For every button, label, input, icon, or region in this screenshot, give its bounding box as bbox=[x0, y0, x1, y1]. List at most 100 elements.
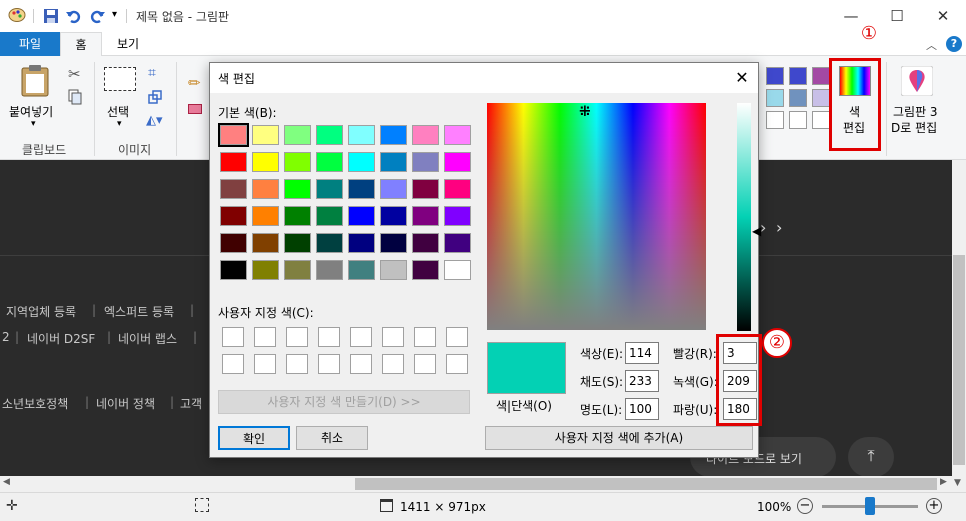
basic-color-swatch[interactable] bbox=[380, 206, 407, 226]
custom-color-swatch[interactable] bbox=[254, 354, 276, 374]
basic-color-swatch[interactable] bbox=[252, 179, 279, 199]
crop-icon[interactable]: ⌗ bbox=[148, 65, 156, 81]
close-window-button[interactable]: ✕ bbox=[920, 0, 966, 32]
scroll-right-icon[interactable]: ▶ bbox=[940, 477, 947, 487]
zoom-slider-thumb[interactable] bbox=[865, 497, 875, 515]
basic-color-swatch[interactable] bbox=[220, 206, 247, 226]
redo-icon[interactable] bbox=[89, 8, 105, 24]
paste-dropdown-icon[interactable]: ▾ bbox=[31, 119, 36, 129]
paint3d-label-2[interactable]: D로 편집 bbox=[891, 119, 937, 136]
zoom-in-button[interactable]: + bbox=[926, 498, 942, 514]
custom-color-swatch[interactable] bbox=[414, 354, 436, 374]
custom-color-swatch[interactable] bbox=[382, 327, 404, 347]
custom-color-swatch[interactable] bbox=[446, 354, 468, 374]
custom-color-swatch[interactable] bbox=[286, 354, 308, 374]
horizontal-scrollbar[interactable]: ◀ ▶ bbox=[0, 476, 952, 492]
basic-color-swatch[interactable] bbox=[444, 233, 471, 253]
basic-color-swatch[interactable] bbox=[316, 152, 343, 172]
luminance-arrow-icon[interactable]: ◀ bbox=[752, 224, 761, 238]
horizontal-scroll-thumb[interactable] bbox=[355, 478, 937, 490]
basic-color-swatch[interactable] bbox=[348, 206, 375, 226]
basic-color-swatch[interactable] bbox=[284, 260, 311, 280]
basic-color-swatch[interactable] bbox=[316, 233, 343, 253]
copy-icon[interactable] bbox=[68, 89, 82, 105]
basic-color-swatch[interactable] bbox=[284, 206, 311, 226]
select-dropdown-icon[interactable]: ▾ bbox=[117, 119, 122, 129]
custom-color-swatch[interactable] bbox=[350, 327, 372, 347]
basic-color-swatch[interactable] bbox=[284, 179, 311, 199]
scroll-left-icon[interactable]: ◀ bbox=[3, 477, 10, 487]
basic-color-swatch[interactable] bbox=[220, 179, 247, 199]
basic-color-swatch[interactable] bbox=[218, 123, 249, 147]
vertical-scrollbar[interactable]: ▼ bbox=[952, 160, 966, 492]
basic-color-swatch[interactable] bbox=[380, 152, 407, 172]
custom-color-swatch[interactable] bbox=[382, 354, 404, 374]
basic-color-swatch[interactable] bbox=[348, 179, 375, 199]
basic-color-swatch[interactable] bbox=[348, 233, 375, 253]
basic-color-swatch[interactable] bbox=[444, 125, 471, 145]
basic-color-swatch[interactable] bbox=[284, 152, 311, 172]
basic-color-swatch[interactable] bbox=[444, 152, 471, 172]
paint3d-label-1[interactable]: 그림판 3 bbox=[893, 103, 938, 120]
eraser-icon[interactable] bbox=[188, 104, 202, 114]
luminance-bar[interactable] bbox=[737, 103, 751, 331]
palette-color[interactable] bbox=[789, 67, 807, 85]
tab-home[interactable]: 홈 bbox=[60, 32, 102, 56]
paint3d-icon[interactable] bbox=[900, 65, 934, 97]
basic-color-swatch[interactable] bbox=[220, 152, 247, 172]
basic-color-swatch[interactable] bbox=[412, 260, 439, 280]
custom-color-swatch[interactable] bbox=[318, 327, 340, 347]
basic-color-swatch[interactable] bbox=[380, 125, 407, 145]
ok-button[interactable]: 확인 bbox=[218, 426, 290, 450]
resize-icon[interactable] bbox=[148, 90, 162, 104]
basic-color-swatch[interactable] bbox=[380, 260, 407, 280]
custom-color-swatch[interactable] bbox=[414, 327, 436, 347]
vertical-scroll-thumb[interactable] bbox=[953, 255, 965, 465]
collapse-ribbon-icon[interactable]: ︿ bbox=[926, 37, 937, 53]
select-button[interactable]: 선택 bbox=[107, 103, 129, 120]
color-spectrum[interactable] bbox=[487, 103, 706, 330]
basic-color-swatch[interactable] bbox=[412, 152, 439, 172]
basic-color-swatch[interactable] bbox=[444, 179, 471, 199]
basic-color-swatch[interactable] bbox=[316, 125, 343, 145]
quick-access-dropdown-icon[interactable]: ▾ bbox=[112, 9, 117, 20]
custom-color-swatch[interactable] bbox=[222, 354, 244, 374]
basic-color-swatch[interactable] bbox=[348, 260, 375, 280]
hue-field[interactable]: 114 bbox=[625, 342, 659, 364]
undo-icon[interactable] bbox=[66, 8, 82, 24]
paste-button[interactable]: 붙여넣기 bbox=[9, 103, 53, 120]
custom-color-swatch[interactable] bbox=[446, 327, 468, 347]
basic-color-swatch[interactable] bbox=[252, 125, 279, 145]
custom-color-swatch[interactable] bbox=[222, 327, 244, 347]
palette-color[interactable] bbox=[789, 111, 807, 129]
basic-color-swatch[interactable] bbox=[412, 125, 439, 145]
basic-color-swatch[interactable] bbox=[444, 260, 471, 280]
save-icon[interactable] bbox=[43, 8, 59, 24]
basic-color-swatch[interactable] bbox=[316, 179, 343, 199]
palette-color[interactable] bbox=[812, 111, 830, 129]
basic-color-swatch[interactable] bbox=[220, 260, 247, 280]
palette-color[interactable] bbox=[789, 89, 807, 107]
custom-color-swatch[interactable] bbox=[286, 327, 308, 347]
basic-color-swatch[interactable] bbox=[412, 179, 439, 199]
basic-color-swatch[interactable] bbox=[380, 179, 407, 199]
palette-color[interactable] bbox=[766, 111, 784, 129]
basic-color-swatch[interactable] bbox=[380, 233, 407, 253]
help-icon[interactable]: ? bbox=[946, 36, 962, 52]
basic-color-swatch[interactable] bbox=[412, 206, 439, 226]
pencil-icon[interactable]: ✏ bbox=[188, 74, 201, 92]
basic-color-swatch[interactable] bbox=[444, 206, 471, 226]
basic-color-swatch[interactable] bbox=[252, 152, 279, 172]
palette-color[interactable] bbox=[766, 89, 784, 107]
custom-color-swatch[interactable] bbox=[254, 327, 276, 347]
basic-color-swatch[interactable] bbox=[348, 125, 375, 145]
tab-view[interactable]: 보기 bbox=[106, 32, 150, 56]
sat-field[interactable]: 233 bbox=[625, 370, 659, 392]
basic-color-swatch[interactable] bbox=[252, 260, 279, 280]
basic-color-swatch[interactable] bbox=[316, 260, 343, 280]
paste-icon[interactable] bbox=[20, 64, 50, 98]
basic-color-swatch[interactable] bbox=[252, 233, 279, 253]
basic-color-swatch[interactable] bbox=[220, 233, 247, 253]
tab-file[interactable]: 파일 bbox=[0, 32, 60, 56]
add-to-custom-colors-button[interactable]: 사용자 지정 색에 추가(A) bbox=[485, 426, 753, 450]
